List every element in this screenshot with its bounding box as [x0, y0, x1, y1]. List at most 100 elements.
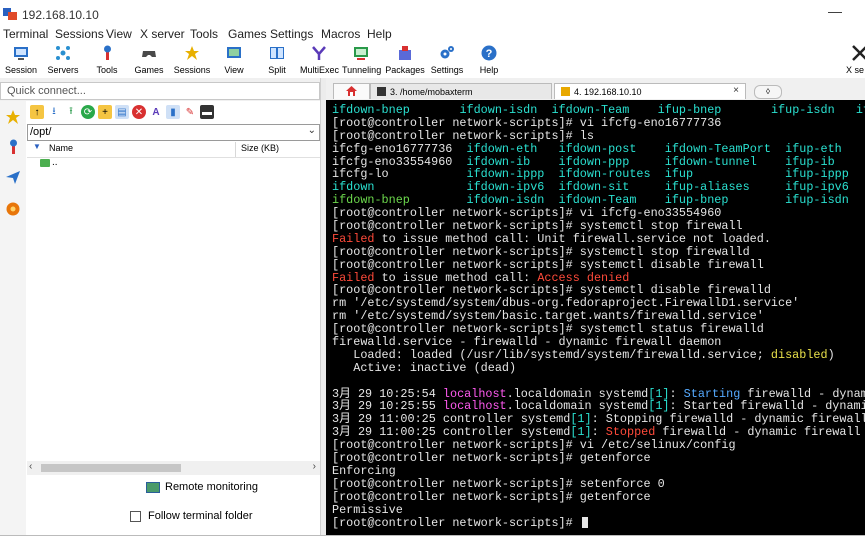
- menu-sessions[interactable]: Sessions: [55, 27, 104, 41]
- terminal-text: [1]: [570, 412, 592, 427]
- terminal-text: [root@controller network-scripts]# syste…: [332, 244, 750, 259]
- quick-connect-box: [0, 82, 320, 100]
- terminal-text: 3月 29 10:25:54: [332, 386, 443, 401]
- menu-xserver[interactable]: X server: [140, 27, 185, 41]
- terminal-text: ifdown-TeamPort: [664, 141, 786, 156]
- terminal-text: ifdown-post: [558, 141, 665, 156]
- download-icon[interactable]: ⭳: [47, 105, 61, 119]
- terminal-text: 3月 29 11:00:25 controller systemd: [332, 425, 571, 440]
- path-dropdown[interactable]: /opt/ ⌄: [27, 124, 320, 141]
- main-toolbar: Session Servers Tools Games Sessions Vie…: [0, 43, 865, 78]
- terminal-text: ifdown: [332, 180, 467, 195]
- terminal-text: ifup-ib: [785, 154, 865, 169]
- tab-home-mobaxterm[interactable]: 3. /home/mobaxterm: [370, 83, 552, 99]
- rename-icon[interactable]: A: [149, 105, 163, 119]
- scroll-right-icon[interactable]: ›: [313, 461, 316, 472]
- terminal-text: ifdown-eth: [466, 141, 559, 156]
- terminal-text: firewalld.service - firewalld - dynamic …: [332, 335, 722, 350]
- terminal-icon[interactable]: ▬: [200, 105, 214, 119]
- monitor-icon: [146, 482, 160, 493]
- terminal-text: [root@controller network-scripts]# vi if…: [332, 115, 722, 130]
- tab-label: 3. /home/mobaxterm: [390, 86, 473, 97]
- terminal-text: disabled: [770, 347, 828, 362]
- terminal-text: ifup: [664, 167, 786, 182]
- folder-up-icon[interactable]: ↑: [30, 105, 44, 119]
- games-icon: [141, 45, 157, 61]
- edit-icon[interactable]: ✎: [183, 105, 197, 119]
- upload-icon[interactable]: ⭱: [64, 105, 78, 119]
- terminal-text: .localdomain systemd: [506, 386, 649, 401]
- terminal-text: ifup-aliases: [664, 180, 786, 195]
- scroll-left-icon[interactable]: ‹: [29, 461, 32, 472]
- quick-connect-input[interactable]: [1, 83, 319, 99]
- terminal-text: [root@controller network-scripts]# vi if…: [332, 206, 722, 221]
- terminal-text: ifcfg-eno16777736: [332, 141, 467, 156]
- terminal-line: Active: inactive (dead): [332, 361, 865, 375]
- sidebar-tab-macros[interactable]: [4, 201, 22, 219]
- sidebar-tab-sessions[interactable]: [4, 109, 22, 127]
- games-button[interactable]: Games: [132, 44, 166, 78]
- servers-button[interactable]: Servers: [45, 44, 81, 78]
- terminal-text: ifdown-ipv6: [466, 180, 559, 195]
- new-file-icon[interactable]: ▤: [115, 105, 129, 119]
- close-icon[interactable]: ×: [733, 85, 739, 96]
- new-tab-button[interactable]: ◊: [754, 85, 782, 99]
- scrollbar-thumb[interactable]: [41, 464, 181, 472]
- delete-icon[interactable]: ✕: [132, 105, 146, 119]
- tools-button[interactable]: Tools: [92, 44, 122, 78]
- terminal-output[interactable]: ifdown-bnep ifdown-isdn ifdown-Team ifup…: [326, 100, 865, 535]
- home-tab[interactable]: [333, 83, 370, 99]
- terminal-text: firewalld - dynamic fire: [747, 386, 865, 401]
- sidebar-tab-tools[interactable]: [4, 139, 22, 157]
- menu-games[interactable]: Games: [228, 27, 267, 41]
- split-button[interactable]: Split: [263, 44, 291, 78]
- column-name[interactable]: Name: [49, 143, 73, 153]
- terminal-text: Enforcing: [332, 463, 396, 478]
- terminal-text: ifup-rou: [855, 103, 865, 117]
- terminal-text: :: [669, 386, 684, 401]
- menu-terminal[interactable]: Terminal: [3, 27, 48, 41]
- settings-button[interactable]: Settings: [430, 44, 464, 78]
- menu-view[interactable]: View: [106, 27, 132, 41]
- multiexec-button[interactable]: MultiExec: [300, 44, 339, 78]
- tunneling-button[interactable]: Tunneling: [342, 44, 381, 78]
- terminal-text: [root@controller network-scripts]# geten…: [332, 451, 651, 466]
- tab-192-168-10-10[interactable]: 4. 192.168.10.10 ×: [554, 83, 746, 99]
- refresh-icon[interactable]: ⟳: [81, 105, 95, 119]
- menu-macros[interactable]: Macros: [321, 27, 360, 41]
- sftp-browser: ↑ ⭳ ⭱ ⟳ + ▤ ✕ A ▮ ✎ ▬ /opt/ ⌄ ▼ Name Siz…: [26, 101, 320, 535]
- menu-help[interactable]: Help: [367, 27, 392, 41]
- session-button[interactable]: Session: [4, 44, 38, 78]
- terminal-text: to issue method call:: [374, 270, 538, 285]
- xserver-button[interactable]: X se: [846, 44, 865, 78]
- menu-settings[interactable]: Settings: [270, 27, 313, 41]
- view-button[interactable]: View: [220, 44, 248, 78]
- terminal-text: [root@controller network-scripts]# syste…: [332, 219, 743, 234]
- terminal-text: Loaded: loaded (/usr/lib/systemd/system/…: [332, 347, 771, 362]
- terminal-text: ): [827, 347, 835, 362]
- permissions-icon[interactable]: ▮: [166, 105, 180, 119]
- terminal-text: [1]: [648, 399, 670, 414]
- sessions-button[interactable]: Sessions: [172, 44, 212, 78]
- column-size[interactable]: Size (KB): [241, 143, 279, 153]
- horizontal-scrollbar[interactable]: ‹ ›: [27, 461, 320, 475]
- new-folder-icon[interactable]: +: [98, 105, 112, 119]
- split-icon: [269, 45, 285, 61]
- packages-button[interactable]: Packages: [385, 44, 425, 78]
- terminal-text: ifup-isdn: [770, 103, 856, 117]
- sidebar-tab-sftp[interactable]: [4, 169, 22, 187]
- chevron-down-icon: ⌄: [307, 125, 316, 136]
- column-divider: [235, 142, 236, 157]
- terminal-text: [root@controller network-scripts]# geten…: [332, 489, 651, 504]
- menu-tools[interactable]: Tools: [190, 27, 218, 41]
- terminal-line: [root@controller network-scripts]# geten…: [332, 489, 865, 504]
- gear-icon: [439, 45, 455, 61]
- terminal-text: Starting: [683, 386, 741, 401]
- terminal-text: Stopped: [605, 425, 656, 440]
- help-button[interactable]: ? Help: [475, 44, 503, 78]
- terminal-text: : Started firewalld - dynamic firew: [669, 399, 865, 414]
- follow-terminal-checkbox[interactable]: [130, 511, 141, 522]
- terminal-text: localhost: [442, 386, 507, 401]
- minimize-icon[interactable]: —: [828, 3, 842, 19]
- terminal-text: ifdown-routes: [558, 167, 665, 182]
